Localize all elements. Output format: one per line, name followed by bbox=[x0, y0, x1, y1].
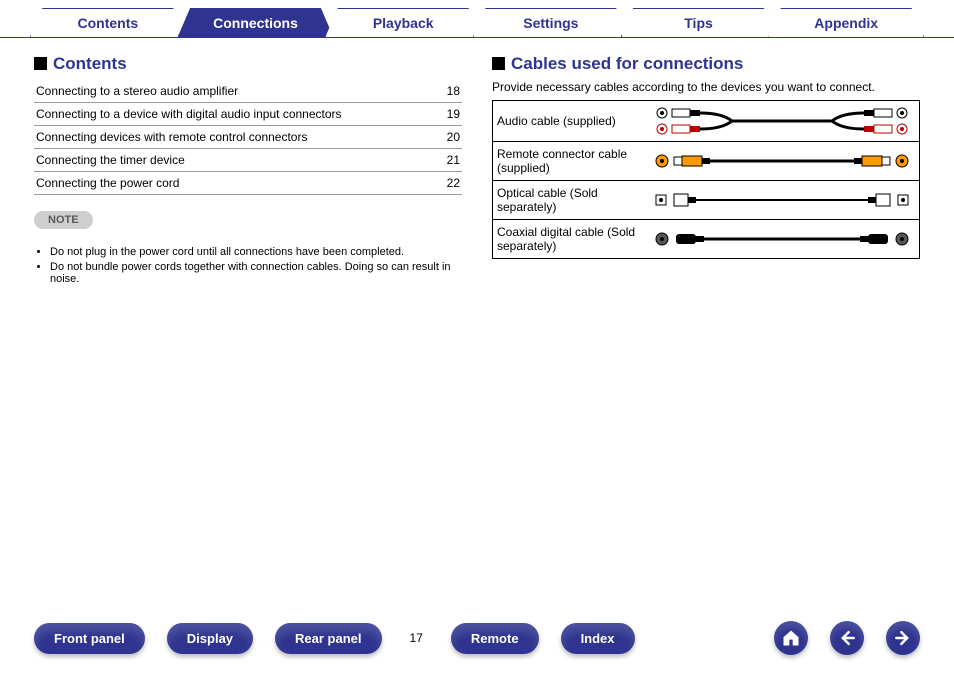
toc-page: 20 bbox=[447, 130, 460, 144]
cables-intro: Provide necessary cables according to th… bbox=[492, 80, 920, 94]
cables-heading-text: Cables used for connections bbox=[511, 54, 743, 73]
contents-heading-text: Contents bbox=[53, 54, 127, 73]
toc-page: 22 bbox=[447, 176, 460, 190]
note-badge: NOTE bbox=[34, 211, 93, 229]
tab-settings[interactable]: Settings bbox=[473, 8, 629, 37]
audio-cable-icon bbox=[646, 101, 919, 141]
cable-label: Optical cable (Sold separately) bbox=[493, 182, 646, 218]
index-button[interactable]: Index bbox=[561, 623, 635, 654]
home-button[interactable] bbox=[774, 621, 808, 655]
toc-row[interactable]: Connecting the timer device 21 bbox=[34, 149, 462, 172]
tab-contents[interactable]: Contents bbox=[30, 8, 186, 37]
tab-playback[interactable]: Playback bbox=[325, 8, 481, 37]
tab-connections[interactable]: Connections bbox=[178, 8, 334, 37]
top-tabs: Contents Connections Playback Settings T… bbox=[0, 0, 954, 38]
cable-table: Audio cable (supplied) bbox=[492, 100, 920, 259]
toc-page: 18 bbox=[447, 84, 460, 98]
page-number: 17 bbox=[404, 631, 429, 645]
coaxial-cable-icon bbox=[646, 227, 919, 251]
cable-row: Coaxial digital cable (Sold separately) bbox=[493, 219, 919, 258]
right-column: Cables used for connections Provide nece… bbox=[492, 48, 920, 296]
cable-label: Remote connector cable (supplied) bbox=[493, 143, 646, 179]
next-page-button[interactable] bbox=[886, 621, 920, 655]
toc-title: Connecting devices with remote control c… bbox=[36, 130, 307, 144]
cable-row: Audio cable (supplied) bbox=[493, 101, 919, 141]
arrow-right-icon bbox=[893, 628, 913, 648]
home-icon bbox=[781, 628, 801, 648]
main-content: Contents Connecting to a stereo audio am… bbox=[0, 38, 954, 296]
toc-row[interactable]: Connecting the power cord 22 bbox=[34, 172, 462, 195]
toc-title: Connecting to a device with digital audi… bbox=[36, 107, 342, 121]
tab-appendix[interactable]: Appendix bbox=[768, 8, 924, 37]
toc-title: Connecting to a stereo audio amplifier bbox=[36, 84, 238, 98]
display-button[interactable]: Display bbox=[167, 623, 253, 654]
toc-title: Connecting the power cord bbox=[36, 176, 179, 190]
left-column: Contents Connecting to a stereo audio am… bbox=[34, 48, 462, 296]
toc-row[interactable]: Connecting to a stereo audio amplifier 1… bbox=[34, 80, 462, 103]
note-item: Do not plug in the power cord until all … bbox=[50, 246, 462, 258]
toc-title: Connecting the timer device bbox=[36, 153, 185, 167]
optical-cable-icon bbox=[646, 188, 919, 212]
remote-cable-icon bbox=[646, 149, 919, 173]
cable-label: Audio cable (supplied) bbox=[493, 110, 646, 132]
toc-row[interactable]: Connecting to a device with digital audi… bbox=[34, 103, 462, 126]
square-bullet-icon bbox=[492, 57, 505, 70]
cables-heading: Cables used for connections bbox=[492, 54, 920, 74]
note-list: Do not plug in the power cord until all … bbox=[34, 246, 462, 285]
cable-row: Remote connector cable (supplied) bbox=[493, 141, 919, 180]
tab-tips[interactable]: Tips bbox=[621, 8, 777, 37]
cable-label: Coaxial digital cable (Sold separately) bbox=[493, 221, 646, 257]
toc-page: 19 bbox=[447, 107, 460, 121]
remote-button[interactable]: Remote bbox=[451, 623, 539, 654]
footer-bar: Front panel Display Rear panel 17 Remote… bbox=[0, 621, 954, 655]
front-panel-button[interactable]: Front panel bbox=[34, 623, 145, 654]
rear-panel-button[interactable]: Rear panel bbox=[275, 623, 381, 654]
toc-page: 21 bbox=[447, 153, 460, 167]
square-bullet-icon bbox=[34, 57, 47, 70]
prev-page-button[interactable] bbox=[830, 621, 864, 655]
toc-row[interactable]: Connecting devices with remote control c… bbox=[34, 126, 462, 149]
cable-row: Optical cable (Sold separately) bbox=[493, 180, 919, 219]
arrow-left-icon bbox=[837, 628, 857, 648]
note-item: Do not bundle power cords together with … bbox=[50, 261, 462, 285]
contents-heading: Contents bbox=[34, 54, 462, 74]
